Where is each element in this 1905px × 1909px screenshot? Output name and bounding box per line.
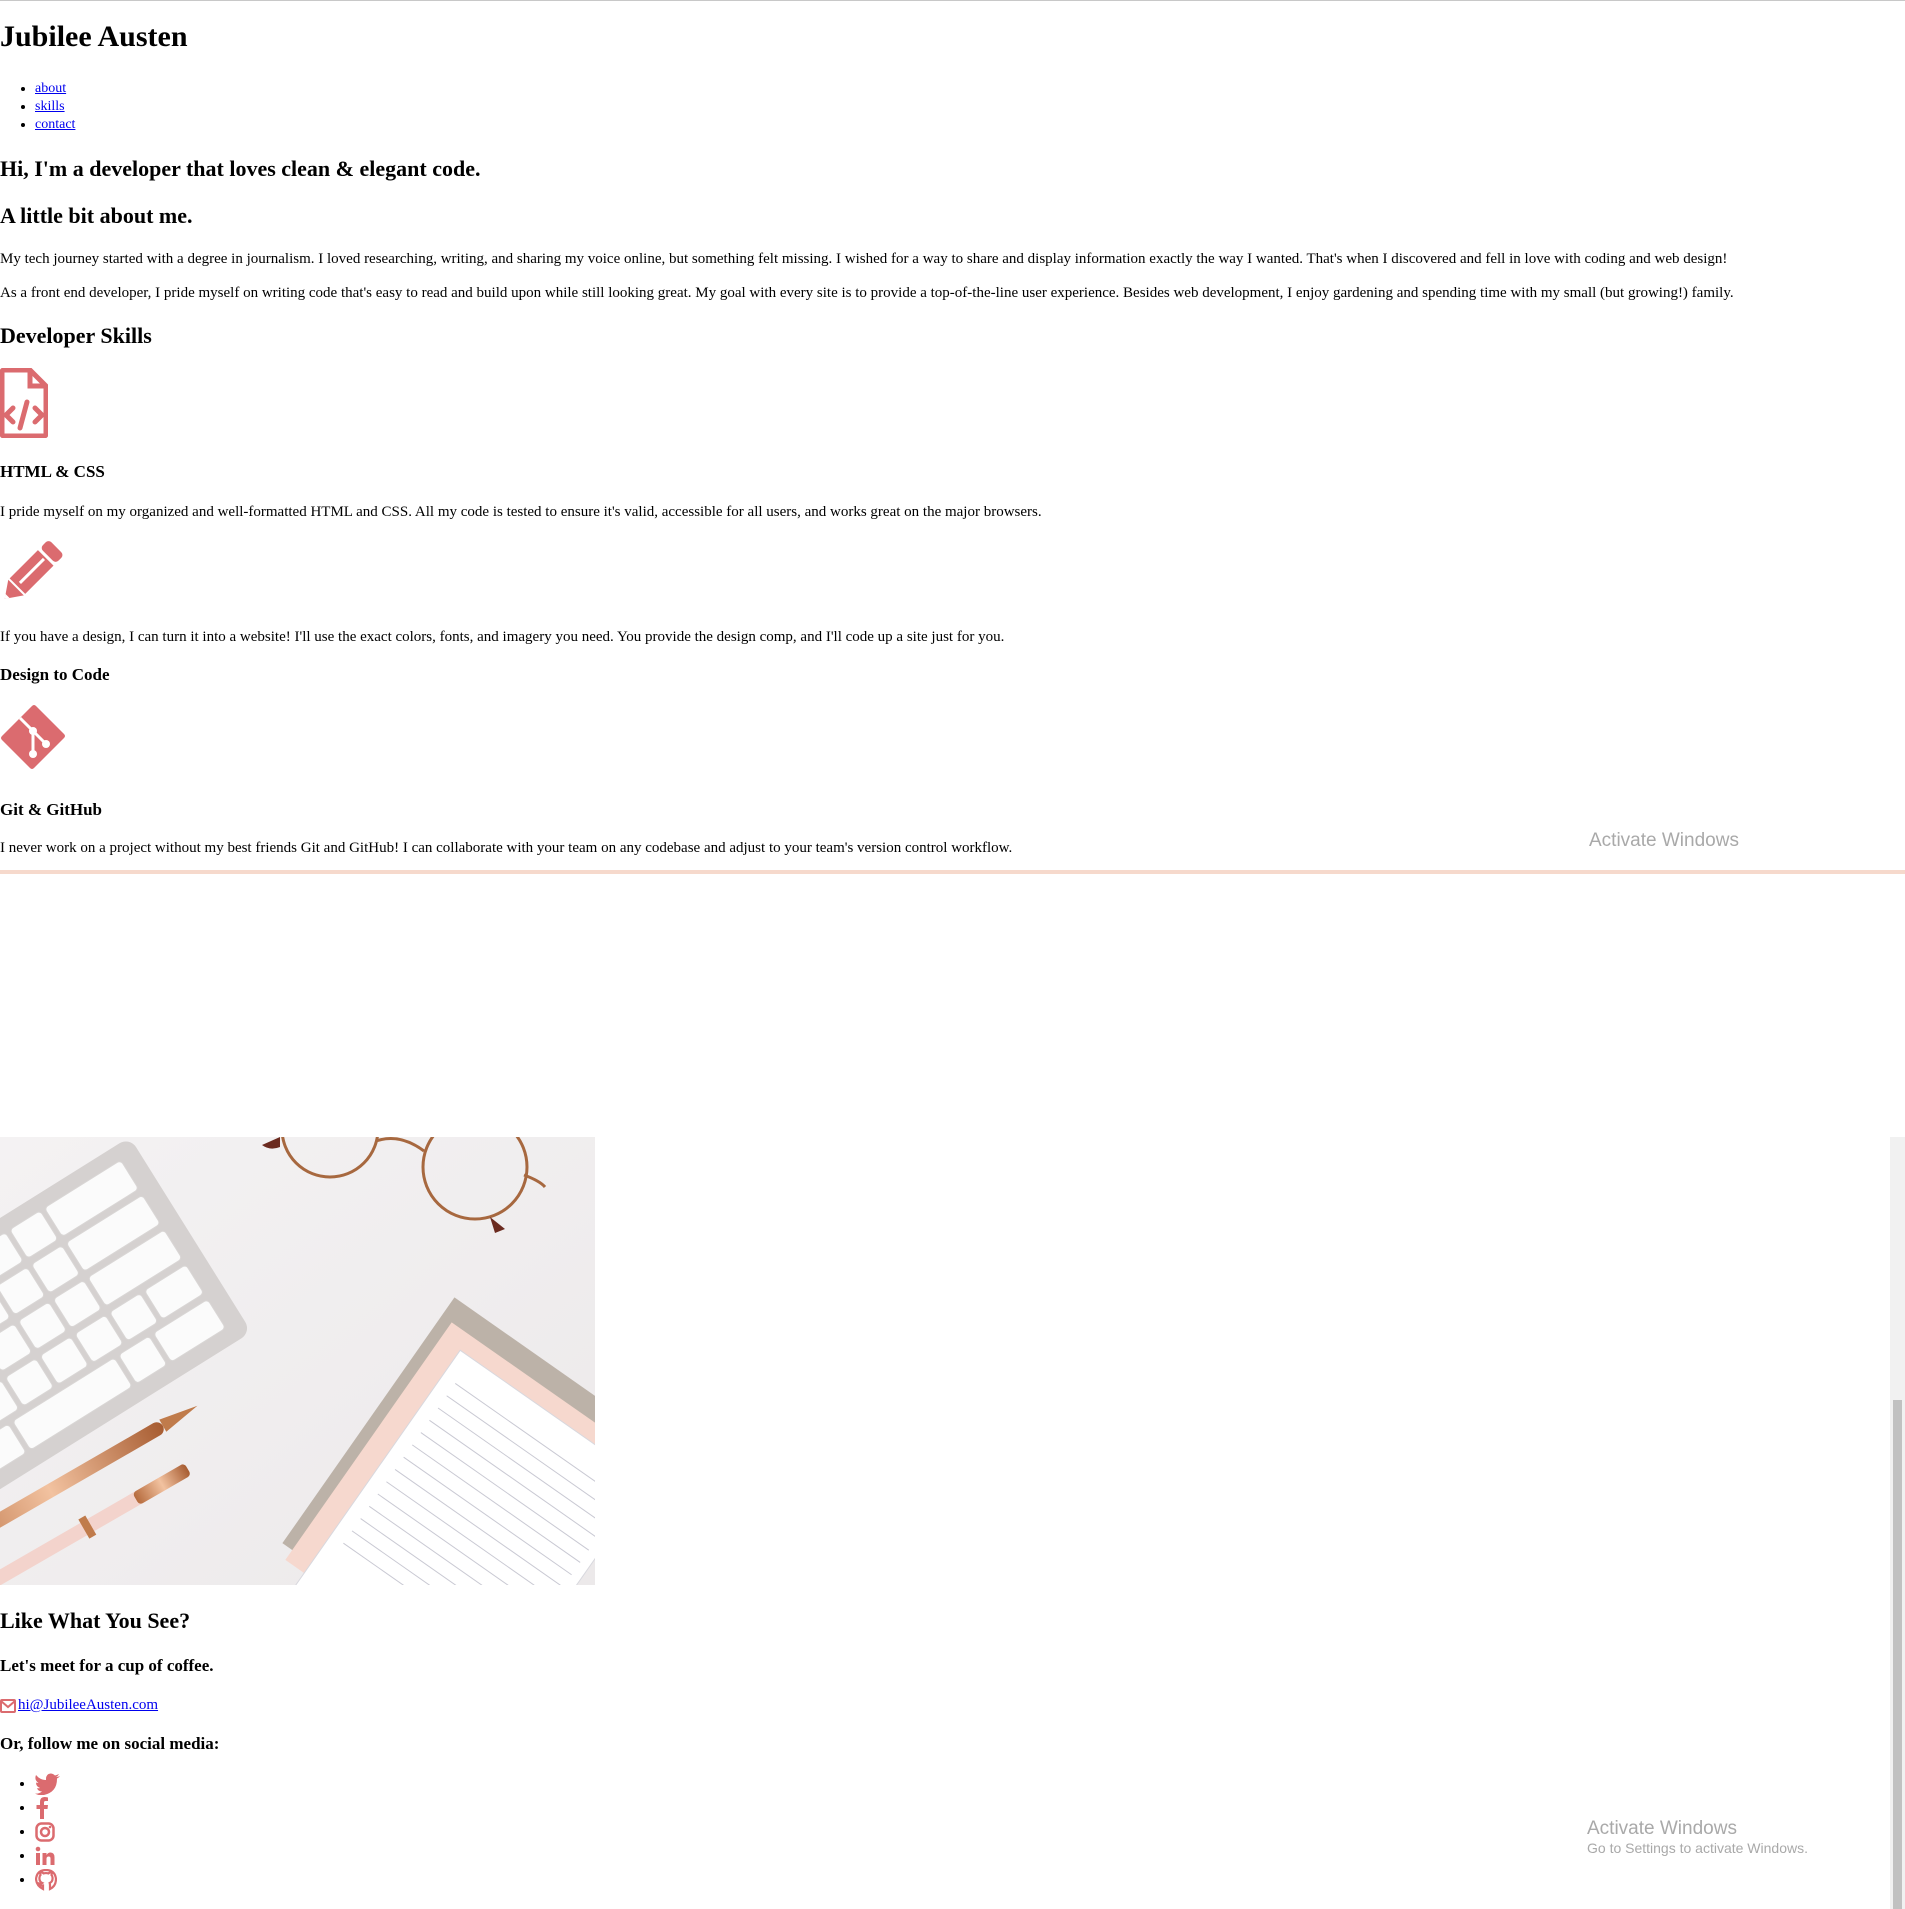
hero-heading: Hi, I'm a developer that loves clean & e…	[0, 156, 481, 181]
about-heading: A little bit about me.	[0, 203, 193, 228]
nav-link-contact[interactable]: contact	[35, 117, 75, 132]
git-icon	[0, 704, 66, 776]
nav-link-skills[interactable]: skills	[35, 99, 65, 114]
instagram-icon[interactable]	[35, 1822, 55, 1843]
social-list	[0, 1772, 61, 1892]
social-heading: Or, follow me on social media:	[0, 1734, 220, 1753]
section-divider	[0, 870, 1905, 874]
watermark-subtitle: Go to Settings to activate Windows.	[1587, 1840, 1808, 1856]
watermark-title-top: Activate Windows	[1589, 830, 1739, 851]
watermark-title-bottom: Activate Windows	[1587, 1818, 1737, 1839]
about-paragraph-1: My tech journey started with a degree in…	[0, 251, 1728, 267]
top-divider	[0, 0, 1905, 1]
skill-text-html-css: I pride myself on my organized and well-…	[0, 504, 1042, 520]
skill-title-html-css: HTML & CSS	[0, 462, 105, 481]
twitter-icon[interactable]	[35, 1773, 61, 1796]
social-item-linkedin	[35, 1844, 61, 1868]
about-paragraph-2: As a front end developer, I pride myself…	[0, 285, 1734, 301]
nav-item-about: about	[35, 80, 75, 98]
envelope-icon	[0, 1698, 16, 1713]
page: Jubilee Austen about skills contact Hi, …	[0, 0, 1905, 1909]
site-title: Jubilee Austen	[0, 20, 188, 53]
windows-watermark-top: Activate Windows	[1589, 830, 1739, 852]
contact-heading: Like What You See?	[0, 1608, 191, 1633]
main-nav: about skills contact	[0, 80, 75, 134]
github-icon[interactable]	[35, 1869, 57, 1892]
file-code-icon	[0, 368, 48, 438]
pencil-icon	[0, 537, 66, 607]
nav-item-skills: skills	[35, 98, 75, 116]
skill-title-design-to-code: Design to Code	[0, 665, 110, 684]
email-address: hi@JubileeAusten.com	[18, 1697, 159, 1713]
skill-text-git-github: I never work on a project without my bes…	[0, 840, 1013, 856]
skills-heading: Developer Skills	[0, 323, 152, 348]
scrollbar-thumb[interactable]	[1893, 1400, 1902, 1909]
nav-link-about[interactable]: about	[35, 81, 66, 96]
social-item-github	[35, 1868, 61, 1892]
facebook-icon[interactable]	[35, 1797, 49, 1820]
windows-watermark-bottom: Activate Windows Go to Settings to activ…	[1587, 1818, 1808, 1856]
linkedin-icon[interactable]	[35, 1846, 55, 1866]
social-item-instagram	[35, 1820, 61, 1844]
skill-text-design-to-code: If you have a design, I can turn it into…	[0, 629, 1005, 645]
skill-title-git-github: Git & GitHub	[0, 800, 103, 819]
desk-photo	[0, 1137, 595, 1585]
nav-item-contact: contact	[35, 116, 75, 134]
social-item-facebook	[35, 1796, 61, 1820]
social-item-twitter	[35, 1772, 61, 1796]
contact-subheading: Let's meet for a cup of coffee.	[0, 1656, 214, 1675]
email-link[interactable]: hi@JubileeAusten.com	[0, 1697, 158, 1714]
